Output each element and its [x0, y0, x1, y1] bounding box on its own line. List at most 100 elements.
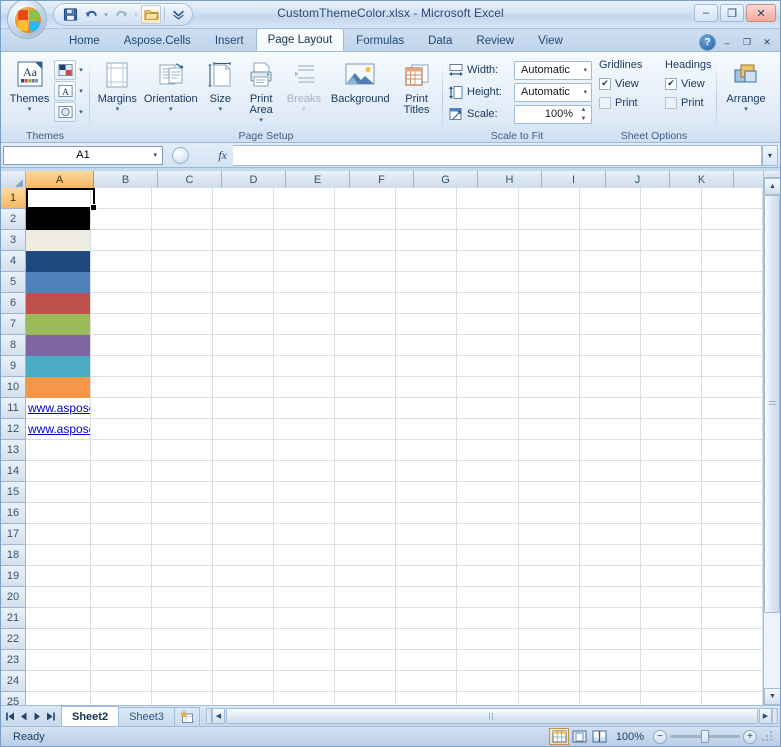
cell-D2[interactable]	[213, 209, 275, 230]
tab-insert[interactable]: Insert	[203, 30, 256, 51]
cell-E25[interactable]	[274, 692, 336, 705]
cell-H19[interactable]	[457, 566, 519, 587]
cell-B1[interactable]	[91, 188, 152, 209]
cell-C8[interactable]	[152, 335, 214, 356]
cell-H7[interactable]	[457, 314, 519, 335]
sheet-tab-sheet3[interactable]: Sheet3	[118, 706, 175, 726]
cell-H2[interactable]	[457, 209, 519, 230]
cell-F13[interactable]	[335, 440, 397, 461]
row-header-1[interactable]: 1	[1, 188, 26, 209]
cell-A8[interactable]	[26, 335, 91, 356]
cell-X14[interactable]	[702, 461, 763, 482]
print-area-button[interactable]: Print Area ▾	[240, 57, 283, 124]
cell-J8[interactable]	[580, 335, 641, 356]
cell-H9[interactable]	[457, 356, 519, 377]
hyperlink[interactable]: www.aspose.com	[28, 422, 90, 436]
office-button[interactable]	[7, 1, 47, 39]
name-box-caret[interactable]: ▾	[153, 151, 157, 159]
cell-X12[interactable]	[702, 419, 763, 440]
page-layout-view-button[interactable]	[569, 728, 589, 745]
cell-K11[interactable]	[641, 398, 702, 419]
cell-D17[interactable]	[213, 524, 275, 545]
orientation-button[interactable]: Orientation ▾	[141, 57, 201, 113]
cell-G9[interactable]	[396, 356, 458, 377]
cell-C14[interactable]	[152, 461, 214, 482]
cell-B9[interactable]	[91, 356, 152, 377]
cell-B11[interactable]	[91, 398, 152, 419]
cell-D4[interactable]	[213, 251, 275, 272]
cell-J3[interactable]	[580, 230, 641, 251]
insert-function-toggle-icon[interactable]	[172, 146, 189, 164]
insert-worksheet-button[interactable]	[173, 706, 200, 726]
scroll-up-button[interactable]: ▲	[764, 178, 780, 195]
resize-grip-icon[interactable]	[761, 730, 774, 743]
cell-G5[interactable]	[396, 272, 458, 293]
cell-A16[interactable]	[26, 503, 91, 524]
cell-I24[interactable]	[519, 671, 580, 692]
cell-F15[interactable]	[335, 482, 397, 503]
cell-B4[interactable]	[91, 251, 152, 272]
cell-F23[interactable]	[335, 650, 397, 671]
cell-J10[interactable]	[580, 377, 641, 398]
cell-H25[interactable]	[457, 692, 519, 705]
cell-K23[interactable]	[641, 650, 702, 671]
cell-A15[interactable]	[26, 482, 91, 503]
cell-F21[interactable]	[335, 608, 397, 629]
theme-colors-caret[interactable]: ▾	[77, 66, 85, 74]
cell-E23[interactable]	[274, 650, 336, 671]
cell-X17[interactable]	[702, 524, 763, 545]
cell-F8[interactable]	[335, 335, 397, 356]
cell-I9[interactable]	[519, 356, 580, 377]
cell-F19[interactable]	[335, 566, 397, 587]
column-header-B[interactable]: B	[94, 171, 158, 188]
cell-X23[interactable]	[702, 650, 763, 671]
headings-view-item[interactable]: ✔ View	[662, 74, 705, 93]
cell-J23[interactable]	[580, 650, 641, 671]
cell-H20[interactable]	[457, 587, 519, 608]
select-all-corner[interactable]	[1, 171, 26, 188]
cell-B6[interactable]	[91, 293, 152, 314]
cell-X6[interactable]	[702, 293, 763, 314]
cell-K14[interactable]	[641, 461, 702, 482]
cell-J6[interactable]	[580, 293, 641, 314]
cell-H1[interactable]	[457, 188, 519, 209]
cell-G13[interactable]	[396, 440, 458, 461]
cell-D8[interactable]	[213, 335, 275, 356]
background-button[interactable]: Background	[325, 57, 395, 105]
margins-caret[interactable]: ▾	[116, 106, 120, 113]
cell-H4[interactable]	[457, 251, 519, 272]
cell-C24[interactable]	[152, 671, 214, 692]
cell-K7[interactable]	[641, 314, 702, 335]
cell-I16[interactable]	[519, 503, 580, 524]
cell-G17[interactable]	[396, 524, 458, 545]
cell-C3[interactable]	[152, 230, 214, 251]
arrange-caret[interactable]: ▾	[744, 106, 748, 113]
cell-G7[interactable]	[396, 314, 458, 335]
breaks-button[interactable]: Breaks ▾	[283, 57, 326, 113]
cell-I19[interactable]	[519, 566, 580, 587]
cell-E18[interactable]	[274, 545, 336, 566]
cell-X16[interactable]	[702, 503, 763, 524]
column-header-E[interactable]: E	[286, 171, 350, 188]
cell-X18[interactable]	[702, 545, 763, 566]
cell-H18[interactable]	[457, 545, 519, 566]
row-header-6[interactable]: 6	[1, 293, 26, 314]
horizontal-end-handle[interactable]	[772, 708, 778, 724]
row-header-11[interactable]: 11	[1, 398, 26, 419]
cell-A25[interactable]	[26, 692, 91, 705]
cell-I6[interactable]	[519, 293, 580, 314]
cell-G21[interactable]	[396, 608, 458, 629]
cell-C6[interactable]	[152, 293, 214, 314]
row-header-7[interactable]: 7	[1, 314, 26, 335]
cell-E14[interactable]	[274, 461, 336, 482]
cell-F2[interactable]	[335, 209, 397, 230]
tab-page-layout[interactable]: Page Layout	[255, 28, 345, 51]
cell-G20[interactable]	[396, 587, 458, 608]
cell-E24[interactable]	[274, 671, 336, 692]
cell-J18[interactable]	[580, 545, 641, 566]
cell-I11[interactable]	[519, 398, 580, 419]
theme-fonts-button[interactable]: A	[54, 81, 76, 101]
close-workbook-button[interactable]: ✕	[758, 35, 776, 50]
margins-button[interactable]: Margins ▾	[94, 57, 141, 113]
theme-colors-button[interactable]	[54, 60, 76, 80]
